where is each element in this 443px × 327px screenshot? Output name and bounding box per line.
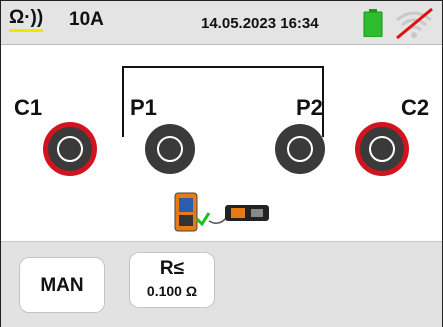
terminal-c2 — [355, 122, 409, 176]
instrument-screen: Ω·)) 10A 14.05.2023 16:34 C1 P1 P2 C2 MA… — [0, 0, 443, 327]
connection-diagram: C1 P1 P2 C2 — [1, 45, 442, 241]
label-c1: C1 — [14, 95, 43, 120]
label-c2: C2 — [401, 95, 430, 120]
label-p2: P2 — [296, 95, 323, 120]
label-p1: P1 — [130, 95, 157, 120]
limit-symbol: R≤ — [159, 258, 185, 279]
terminal-p2 — [275, 124, 325, 174]
current-range: 10A — [69, 9, 104, 30]
terminal-p1 — [145, 124, 195, 174]
resistance-limit-button[interactable]: R≤ 0.100 Ω — [129, 252, 215, 308]
bottom-toolbar: MAN R≤ 0.100 Ω — [1, 241, 442, 327]
limit-value: 0.100 Ω — [146, 283, 198, 299]
battery-icon — [363, 9, 383, 37]
status-bar: Ω·)) 10A 14.05.2023 16:34 — [1, 1, 442, 45]
date-time: 14.05.2023 16:34 — [201, 15, 319, 32]
wifi-disabled-icon — [396, 7, 433, 40]
mode-symbol: Ω·)) — [9, 8, 44, 32]
instrument-connection-icon — [174, 192, 269, 232]
mode-button[interactable]: MAN — [19, 257, 105, 313]
terminal-c1 — [43, 122, 97, 176]
